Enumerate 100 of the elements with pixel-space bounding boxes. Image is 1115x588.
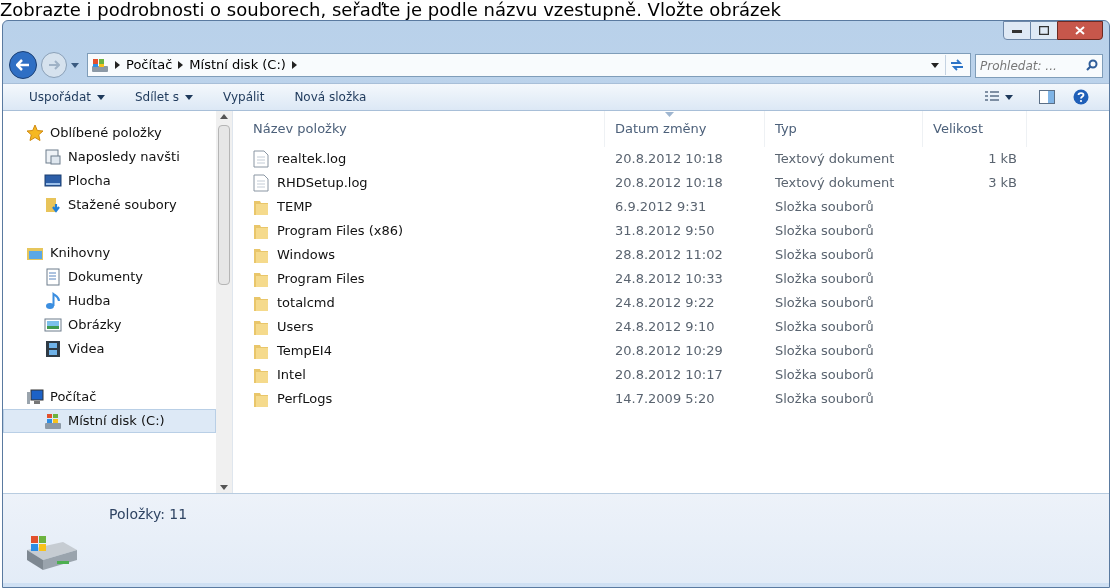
nav-item[interactable]: Počítač <box>3 385 216 409</box>
file-name[interactable]: TempEI4 <box>277 341 332 361</box>
nav-item[interactable]: Knihovny <box>3 241 216 265</box>
music-note-icon <box>44 292 62 310</box>
type-cell: Složka souborů <box>775 319 874 335</box>
date-cell: 24.8.2012 9:22 <box>615 295 715 311</box>
date-cell: 28.8.2012 11:02 <box>615 247 723 263</box>
toolbar-button[interactable]: Vypálit <box>217 85 271 109</box>
item-count: Položky: 11 <box>109 505 188 524</box>
document-icon <box>44 268 62 286</box>
close-button[interactable] <box>1057 21 1103 40</box>
scrollbar[interactable] <box>216 111 232 493</box>
forward-arrow-icon <box>48 60 60 70</box>
caret-icon <box>1005 94 1013 100</box>
help-icon <box>1073 89 1089 105</box>
size-cell-text: 3 kB <box>988 174 1017 193</box>
folder-icon <box>253 246 269 264</box>
file-name[interactable]: TEMP <box>277 197 313 217</box>
view-list-icon <box>985 91 999 103</box>
back-button[interactable] <box>9 51 37 79</box>
search-icon <box>1086 59 1098 71</box>
file-name[interactable]: totalcmd <box>277 293 335 313</box>
film-icon <box>44 340 62 358</box>
date-cell: 20.8.2012 10:18 <box>615 151 723 167</box>
file-name[interactable]: Users <box>277 317 314 337</box>
type-cell: Složka souborů <box>775 223 874 239</box>
breadcrumb-arrow-icon[interactable] <box>178 61 184 69</box>
close-icon <box>1075 26 1085 35</box>
folder-icon <box>253 198 269 216</box>
type-cell: Složka souborů <box>775 295 874 311</box>
type-cell: Složka souborů <box>775 271 874 287</box>
dropdown-caret-icon[interactable] <box>931 62 939 68</box>
column-header[interactable]: Název položky <box>253 111 605 147</box>
nav-item[interactable]: Videa <box>3 337 216 361</box>
folder-icon <box>253 366 269 384</box>
toolbar-button[interactable]: Nová složka <box>288 85 373 109</box>
nav-item[interactable]: Plocha <box>3 169 216 193</box>
help-button[interactable] <box>1073 89 1089 105</box>
file-name[interactable]: Program Files <box>277 269 365 289</box>
type-cell: Složka souborů <box>775 199 874 215</box>
folder-icon <box>253 294 269 312</box>
back-arrow-icon <box>16 59 30 71</box>
size-cell-text: 1 kB <box>988 150 1017 169</box>
maximize-icon <box>1039 26 1049 35</box>
nav-item[interactable]: Naposledy navšti <box>3 145 216 169</box>
maximize-button[interactable] <box>1031 21 1057 40</box>
file-name[interactable]: Windows <box>277 245 336 265</box>
date-cell: 14.7.2009 5:20 <box>615 391 715 407</box>
date-cell: 24.8.2012 9:10 <box>615 319 715 335</box>
scroll-thumb[interactable] <box>218 125 230 285</box>
drive-icon <box>91 57 109 73</box>
refresh-icon <box>949 59 964 71</box>
star-icon <box>26 124 44 142</box>
nav-item[interactable]: Oblíbené položky <box>3 121 216 145</box>
type-cell: Textový dokument <box>775 151 895 167</box>
nav-item[interactable]: Místní disk (C:) <box>3 409 216 433</box>
minimize-button[interactable] <box>1003 21 1031 40</box>
search-field[interactable]: Prohledat: ... <box>975 54 1103 78</box>
type-cell: Složka souborů <box>775 391 874 407</box>
scroll-down-icon[interactable] <box>220 485 228 490</box>
type-cell: Složka souborů <box>775 367 874 383</box>
drive-icon <box>44 412 62 430</box>
text-file-icon <box>253 174 269 192</box>
minimize-icon <box>1012 28 1022 33</box>
nav-item[interactable]: Hudba <box>3 289 216 313</box>
date-cell: 24.8.2012 10:33 <box>615 271 723 287</box>
breadcrumb[interactable]: Počítač <box>126 55 173 75</box>
recent-places-icon <box>44 148 62 166</box>
history-caret-icon[interactable] <box>71 62 79 68</box>
folder-icon <box>253 318 269 336</box>
preview-pane-button[interactable] <box>1039 90 1055 104</box>
text-file-icon <box>253 150 269 168</box>
folder-icon <box>253 342 269 360</box>
pictures-icon <box>44 316 62 334</box>
file-name[interactable]: PerfLogs <box>277 389 333 409</box>
type-cell: Složka souborů <box>775 343 874 359</box>
breadcrumb-arrow-icon[interactable] <box>115 61 120 69</box>
nav-item[interactable]: Stažené soubory <box>3 193 216 217</box>
nav-item[interactable]: Obrázky <box>3 313 216 337</box>
file-name[interactable]: Intel <box>277 365 306 385</box>
column-header[interactable]: Datum změny <box>605 111 765 147</box>
date-cell: 6.9.2012 9:31 <box>615 199 707 215</box>
toolbar-button[interactable]: Sdílet s <box>128 85 200 109</box>
view-options-button[interactable] <box>983 91 1015 103</box>
date-cell: 20.8.2012 10:17 <box>615 367 723 383</box>
nav-item[interactable]: Dokumenty <box>3 265 216 289</box>
file-name[interactable]: realtek.log <box>277 149 347 169</box>
file-name[interactable]: Program Files (x86) <box>277 221 404 241</box>
desktop-icon <box>44 172 62 190</box>
caret-icon <box>96 94 105 100</box>
file-name[interactable]: RHDSetup.log <box>277 173 368 193</box>
toolbar-button[interactable]: Uspořádat <box>23 85 111 109</box>
column-header[interactable]: Velikost <box>923 111 1027 147</box>
breadcrumb[interactable]: Místní disk (C:) <box>189 55 286 75</box>
address-bar[interactable]: Počítač Místní disk (C:) <box>87 53 971 77</box>
breadcrumb-arrow-icon[interactable] <box>291 61 297 69</box>
column-header[interactable]: Typ <box>765 111 923 147</box>
scroll-up-icon[interactable] <box>220 114 228 119</box>
folder-icon <box>253 390 269 408</box>
type-cell: Textový dokument <box>775 175 895 191</box>
